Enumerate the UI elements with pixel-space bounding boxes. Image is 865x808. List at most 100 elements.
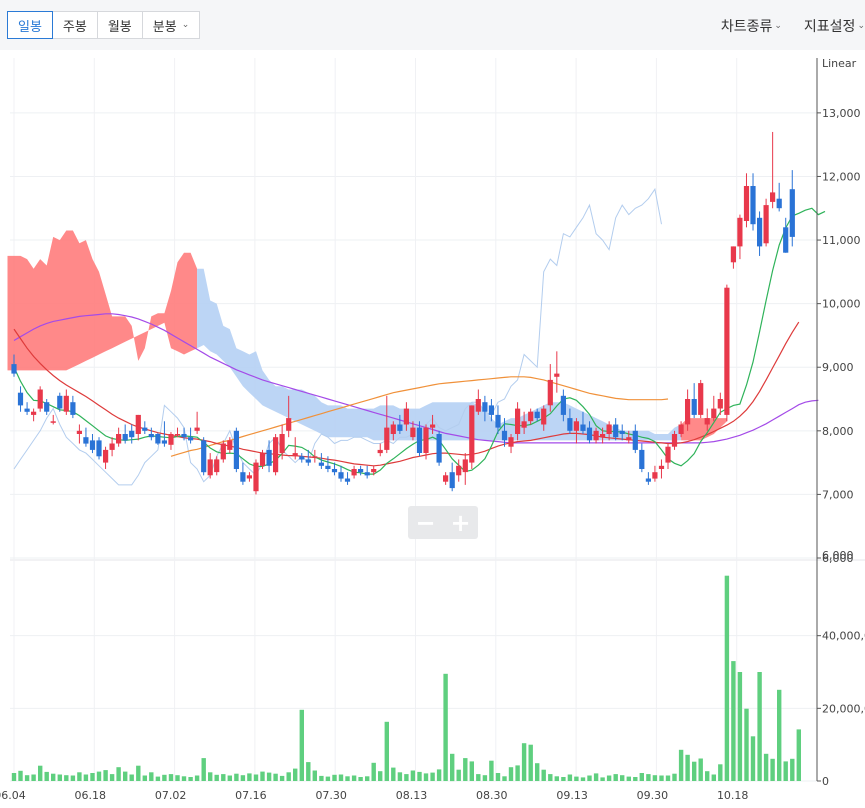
- date-tick-label: 09.13: [556, 789, 588, 802]
- indicator-settings-dropdown[interactable]: 지표설정 ⌄: [804, 16, 865, 36]
- candle-body: [155, 434, 161, 444]
- volume-bar: [705, 771, 710, 781]
- candle-body: [743, 186, 750, 221]
- volume-bar: [266, 772, 272, 781]
- price-tick-label: 8,000: [822, 425, 854, 438]
- price-tick-label: 11,000: [822, 234, 861, 247]
- volume-bar: [495, 773, 501, 781]
- zoom-controls: − +: [408, 506, 478, 539]
- plus-icon[interactable]: +: [443, 506, 478, 539]
- toolbar: 일봉 주봉 월봉 분봉 ⌄ 차트종류 ⌄ 지표설정 ⌄: [0, 0, 865, 50]
- volume-bar: [652, 775, 658, 781]
- volume-bar: [96, 771, 102, 781]
- volume-tick-label: 40,000,000: [822, 630, 865, 643]
- volume-bar: [77, 772, 82, 781]
- candle-body: [286, 418, 292, 431]
- volume-bar: [293, 768, 298, 781]
- volume-bar: [633, 777, 638, 781]
- volume-bar: [515, 765, 520, 781]
- ichimoku-cloud: [7, 230, 727, 441]
- candle-body: [89, 440, 96, 450]
- volume-bar: [162, 774, 167, 781]
- candle-body: [50, 421, 56, 423]
- volume-bar: [253, 774, 259, 781]
- volume-tick-label: 20,000,000: [822, 702, 865, 715]
- candle-body: [652, 472, 658, 479]
- volume-bar: [378, 771, 383, 781]
- candle-body: [658, 465, 665, 469]
- tab-weekly[interactable]: 주봉: [51, 11, 98, 39]
- volume-bar: [665, 775, 671, 781]
- candle-body: [600, 434, 606, 438]
- volume-bar: [365, 776, 370, 781]
- candle-body: [148, 434, 154, 438]
- volume-bar: [757, 672, 762, 781]
- candle-body: [122, 434, 128, 441]
- candle-body: [292, 453, 298, 457]
- volume-bar: [574, 776, 579, 781]
- tab-minute[interactable]: 분봉 ⌄: [141, 11, 201, 39]
- volume-bar: [443, 673, 448, 781]
- price-tick-label: 10,000: [822, 298, 861, 311]
- volume-bar: [489, 760, 494, 781]
- volume-bar: [410, 770, 416, 781]
- candle-body: [456, 465, 462, 476]
- tab-monthly[interactable]: 월봉: [96, 11, 143, 39]
- volume-bar: [672, 773, 677, 781]
- volume-bar: [351, 775, 357, 781]
- candle-body: [560, 395, 566, 415]
- volume-bar: [306, 762, 311, 781]
- candle-body: [129, 430, 135, 438]
- candle-body: [397, 424, 403, 431]
- candle-body: [449, 472, 455, 489]
- candle-body: [207, 459, 213, 476]
- volume-bar: [528, 744, 533, 781]
- volume-bar: [744, 708, 749, 781]
- candle-body: [338, 472, 344, 479]
- chart-type-label: 차트종류: [720, 19, 773, 35]
- candle-body: [220, 443, 226, 460]
- volume-bar: [404, 774, 409, 781]
- volume-bar: [345, 776, 350, 781]
- volume-bar: [123, 771, 128, 781]
- ma-mid-line: [13, 321, 800, 467]
- volume-bar: [358, 777, 363, 781]
- volume-bar: [44, 771, 49, 781]
- volume-max-label: 6,000: [822, 549, 854, 562]
- candle-body: [76, 430, 82, 434]
- candle-body: [750, 186, 756, 225]
- candle-body: [181, 434, 187, 438]
- candle-body: [737, 217, 743, 247]
- date-tick-label: 07.02: [155, 789, 187, 802]
- volume-bar: [750, 736, 756, 781]
- minus-icon[interactable]: −: [408, 506, 443, 539]
- date-tick-label: 09.30: [637, 789, 669, 802]
- candle-body: [685, 399, 691, 425]
- volume-bar: [600, 777, 605, 781]
- volume-bar: [24, 775, 30, 781]
- candle-body: [691, 399, 697, 415]
- candle-body: [586, 427, 593, 441]
- chevron-down-icon: ⌄: [181, 20, 190, 30]
- candle-body: [11, 364, 17, 374]
- candle-body: [639, 449, 645, 469]
- volume-bar: [201, 758, 206, 781]
- volume-bar: [561, 777, 566, 781]
- volume-bar: [620, 775, 625, 781]
- volume-bar: [783, 761, 788, 781]
- candle-body: [730, 246, 736, 263]
- date-tick-label: 06.18: [75, 789, 107, 802]
- candle-body: [312, 456, 318, 458]
- date-tick-label: 10.18: [717, 789, 749, 802]
- period-tabs: 일봉 주봉 월봉 분봉 ⌄: [7, 11, 201, 39]
- tab-daily[interactable]: 일봉: [7, 11, 53, 39]
- tab-weekly-label: 주봉: [62, 19, 87, 35]
- candle-body: [31, 411, 37, 415]
- volume-bar: [692, 761, 697, 781]
- stock-chart[interactable]: 6,000 7,000 8,000 9,000 10,000 11,000 12,000 13…: [0, 50, 865, 808]
- candle-body: [246, 475, 252, 479]
- volume-bar: [332, 774, 337, 781]
- volume-bar: [325, 776, 331, 781]
- candle-body: [214, 459, 220, 473]
- chart-type-dropdown[interactable]: 차트종류 ⌄: [721, 16, 782, 36]
